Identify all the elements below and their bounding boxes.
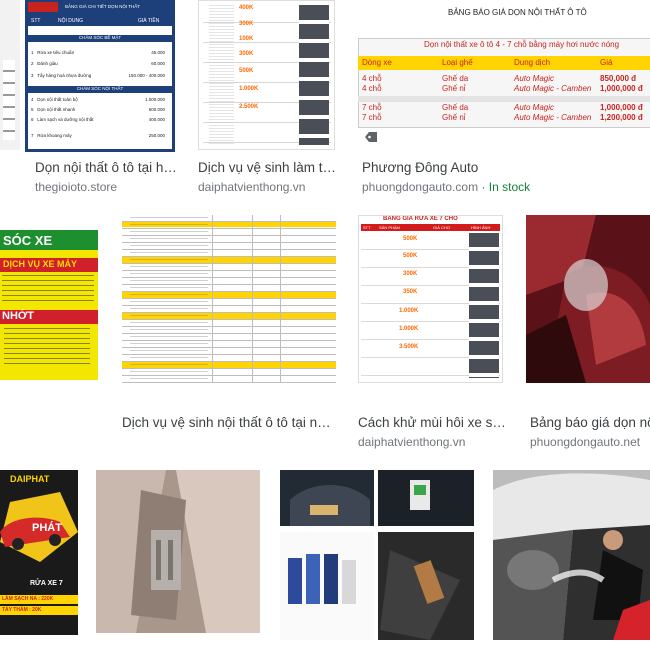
result-title-6[interactable]: Cách khử mùi hôi xe sin... — [358, 415, 508, 430]
section-be-mat: CHĂM SÓC BỀ MẶT — [28, 35, 172, 42]
bike-service-poster-thumbnail[interactable]: SÓC XE DỊCH VỤ XE MÁY NHỚT — [0, 230, 98, 380]
t1-row: 4 Dọn nội thất toàn bộ 1.000.000 — [31, 97, 165, 102]
source-text: phuongdongauto.com — [362, 180, 479, 194]
product-collage-image — [280, 470, 474, 640]
daiphat-poster-thumbnail[interactable]: DAIPHAT PHÁT RỬA XE 7 LÀM SẠCH NA : 220K… — [0, 470, 78, 635]
t3-col: Dòng xe — [362, 58, 392, 67]
price-tag: 100K — [239, 36, 254, 42]
t1-row: 7 Rửa khoang máy 250.000 — [31, 133, 165, 138]
t6-header: BẢNG GIÁ RỬA XE 7 CHỖ — [383, 216, 458, 222]
t1-row: 3 Tẩy hàng hoá nhựa đường 150.000 - 400.… — [31, 73, 165, 78]
steam-cleaning-image — [493, 470, 650, 640]
result-card-3[interactable]: BẢNG BÁO GIÁ DỌN NỘI THẤT Ô TÔ Dọn nội t… — [358, 0, 650, 200]
result-title-5[interactable]: Dịch vụ vệ sinh nội thất ô tô tại nhà ..… — [122, 415, 337, 430]
car-seat-image — [526, 215, 650, 383]
result-card-11[interactable] — [493, 470, 650, 650]
result-card-6[interactable]: BẢNG GIÁ RỬA XE 7 CHỖ STT SẢN PHẨM GIÁ C… — [358, 215, 516, 449]
t3-row: 4 chỗ Ghế nỉ Auto Magic - Camben 1,000,0… — [362, 84, 643, 93]
result-card-9[interactable] — [96, 470, 262, 650]
price-table-header: BẢNG GIÁ CHI TIẾT DỌN NỘI THẤT — [65, 4, 141, 9]
daiphat-brand: DAIPHAT — [10, 474, 50, 484]
result-source-7[interactable]: phuongdongauto.net — [530, 435, 650, 449]
t3-subheader: Dọn nội thất xe ô tô 4 - 7 chỗ bằng máy … — [424, 40, 620, 49]
result-title-2[interactable]: Dịch vụ vệ sinh làm thơ... — [198, 160, 338, 175]
daiphat-line3: TẨY THẢM : 20K — [2, 607, 42, 613]
result-source-6[interactable]: daiphatvienthong.vn — [358, 435, 508, 449]
result-card-5[interactable]: Dịch vụ vệ sinh nội thất ô tô tại nhà ..… — [116, 215, 341, 430]
product-tag-icon — [365, 132, 377, 142]
phuong-dong-price-thumbnail[interactable]: BẢNG BÁO GIÁ DỌN NỘI THẤT Ô TÔ Dọn nội t… — [358, 0, 650, 150]
t3-col: Giá — [600, 58, 613, 67]
result-source-1[interactable]: thegioioto.store — [35, 180, 175, 194]
result-title-3[interactable]: Phương Đông Auto — [362, 160, 642, 175]
t3-col: Loại ghế — [442, 58, 473, 67]
service-table-thumbnail[interactable] — [122, 215, 336, 383]
t3-col: Dung dịch — [514, 58, 551, 67]
in-stock-label: · In stock — [478, 180, 531, 194]
result-source-2[interactable]: daiphatvienthong.vn — [198, 180, 338, 194]
t6-col: HÌNH ẢNH — [471, 225, 491, 230]
t6-price: 350K — [403, 289, 418, 295]
price-tag: 300K — [239, 51, 254, 57]
cleaning-products-thumbnail[interactable] — [280, 470, 474, 640]
result-source-3[interactable]: phuongdongauto.com · In stock — [362, 180, 642, 194]
t6-price: 3.500K — [399, 344, 419, 350]
car-floor-thumbnail[interactable] — [96, 470, 260, 633]
car-floor-image — [96, 470, 260, 633]
poster-line3: NHỚT — [2, 310, 34, 322]
price-tag: 300K — [239, 21, 254, 27]
t1-row: 6 Làm sạch và dưỡng nội thất 400.000 — [31, 117, 165, 122]
daiphat-line2: LÀM SẠCH NA : 220K — [2, 596, 54, 602]
t3-row: 4 chỗ Ghế da Auto Magic 850,000 đ — [362, 74, 637, 83]
t6-col: SẢN PHẨM — [379, 225, 400, 230]
result-title-7[interactable]: Bảng báo giá dọn nội t — [530, 415, 650, 430]
t6-price: 1.000K — [399, 308, 419, 314]
t6-col: STT — [363, 225, 371, 230]
price-tag: 500K — [239, 68, 254, 74]
col-noidung: NỘI DUNG — [58, 18, 83, 24]
result-card-8[interactable]: DAIPHAT PHÁT RỬA XE 7 LÀM SẠCH NA : 220K… — [0, 470, 80, 650]
result-card-4[interactable]: SÓC XE DỊCH VỤ XE MÁY NHỚT — [0, 215, 100, 415]
service-price-thumbnail[interactable]: 400K 300K 100K 300K 500K 1.000K 2.500K — [198, 0, 335, 150]
t6-price: 1.000K — [399, 326, 419, 332]
daiphat-line1: RỬA XE 7 — [30, 580, 63, 587]
result-card-7[interactable]: Bảng báo giá dọn nội t phuongdongauto.ne… — [526, 215, 650, 449]
t1-row: 5 Dọn nội thất nhanh 600.000 — [31, 107, 165, 112]
t3-row: 7 chỗ Ghế da Auto Magic 1,000,000 đ — [362, 103, 643, 112]
steam-cleaning-thumbnail[interactable] — [493, 470, 650, 640]
t6-price: 300K — [403, 271, 418, 277]
poster-line2: DỊCH VỤ XE MÁY — [3, 259, 78, 269]
section-noi-that: CHĂM SÓC NỘI THẤT — [28, 86, 172, 93]
price-tag: 400K — [239, 5, 254, 11]
daiphat-sub: PHÁT — [32, 522, 62, 534]
t6-price: 500K — [403, 253, 418, 259]
result-card-2[interactable]: 400K 300K 100K 300K 500K 1.000K 2.500K D… — [198, 0, 343, 200]
col-stt: STT — [31, 18, 41, 24]
car-wash-price-thumbnail[interactable]: BẢNG GIÁ RỬA XE 7 CHỖ STT SẢN PHẨM GIÁ C… — [358, 215, 503, 383]
t1-row: 1 Rửa xe tiêu chuẩn 45.000 — [31, 50, 165, 55]
t3-row: 7 chỗ Ghế nỉ Auto Magic - Camben 1,200,0… — [362, 113, 643, 122]
result-thumbnail-1[interactable] — [0, 0, 20, 150]
t3-header: BẢNG BÁO GIÁ DỌN NỘI THẤT Ô TÔ — [448, 8, 587, 17]
t1-row: 2 Đánh giàu 60.000 — [31, 61, 165, 66]
price-tag: 1.000K — [239, 86, 259, 92]
result-card-10[interactable] — [280, 470, 476, 650]
poster-line1: SÓC XE — [3, 233, 53, 248]
col-gia: GIÁ TIỀN — [138, 18, 160, 24]
t6-col: GIÁ CHỢ — [433, 225, 451, 230]
car-interior-thumbnail[interactable] — [526, 215, 650, 383]
t6-price: 500K — [403, 236, 418, 242]
price-tag: 2.500K — [239, 104, 259, 110]
result-card-1[interactable]: BẢNG GIÁ CHI TIẾT DỌN NỘI THẤT STT NỘI D… — [0, 0, 180, 200]
result-title-1[interactable]: Dọn nội thất ô tô tại hải... — [35, 160, 180, 175]
price-table-thumbnail[interactable]: BẢNG GIÁ CHI TIẾT DỌN NỘI THẤT STT NỘI D… — [25, 0, 175, 152]
